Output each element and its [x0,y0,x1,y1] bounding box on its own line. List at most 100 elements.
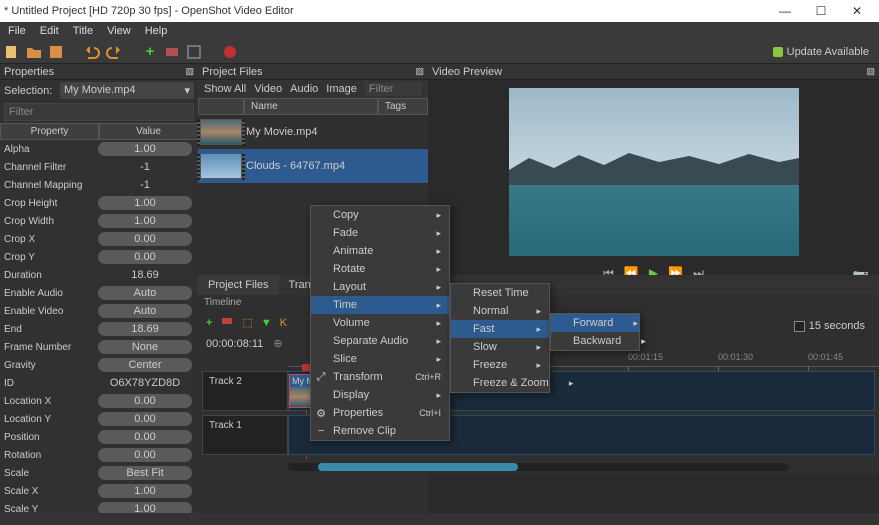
property-row[interactable]: Channel Mapping-1 [0,176,198,194]
property-row[interactable]: Duration18.69 [0,266,198,284]
fullscreen-icon[interactable] [186,44,202,60]
property-value[interactable]: 1.00 [98,142,192,156]
import-icon[interactable]: + [142,44,158,60]
undo-icon[interactable] [84,44,100,60]
properties-filter-input[interactable]: Filter [4,103,194,121]
property-value[interactable]: 1.00 [98,484,192,498]
update-available[interactable]: Update Available [773,46,875,58]
property-value[interactable]: 0.00 [98,448,192,462]
menu-title[interactable]: Title [67,23,99,39]
property-row[interactable]: Location Y0.00 [0,410,198,428]
track-label[interactable]: Track 2 [202,371,288,411]
timeline-scrollbar[interactable] [288,463,789,471]
menu-item[interactable]: ⚙PropertiesCtrl+I [311,404,449,422]
col-tags[interactable]: Tags [378,98,428,115]
property-value[interactable]: 18.69 [92,269,198,281]
property-value[interactable]: 0.00 [98,430,192,444]
menu-item[interactable]: Layout▸ [311,278,449,296]
menu-item[interactable]: Reset Time [451,284,549,302]
file-row[interactable]: My Movie.mp4 [198,115,428,149]
property-row[interactable]: Enable AudioAuto [0,284,198,302]
menu-item[interactable]: ⤢TransformCtrl+R [311,368,449,386]
maximize-button[interactable]: ☐ [803,4,839,18]
panel-close-icon[interactable]: ▧ [185,66,194,77]
menu-item[interactable]: Slice▸ [311,350,449,368]
property-value[interactable]: 0.00 [98,412,192,426]
property-value[interactable]: 1.00 [98,214,192,228]
menu-item[interactable]: Animate▸ [311,242,449,260]
property-value[interactable]: -1 [92,179,198,191]
property-row[interactable]: Crop X0.00 [0,230,198,248]
property-row[interactable]: Location X0.00 [0,392,198,410]
property-row[interactable]: Alpha1.00 [0,140,198,158]
property-row[interactable]: Rotation0.00 [0,446,198,464]
property-row[interactable]: Enable VideoAuto [0,302,198,320]
property-row[interactable]: Position0.00 [0,428,198,446]
col-value[interactable]: Value [99,123,198,140]
property-row[interactable]: IDO6X78YZD8D [0,374,198,392]
video-preview[interactable] [509,88,799,256]
property-row[interactable]: Crop Height1.00 [0,194,198,212]
close-button[interactable]: ✕ [839,4,875,18]
snap-icon[interactable]: ⬚ [242,316,252,329]
property-value[interactable]: 1.00 [98,196,192,210]
property-value[interactable]: Best Fit [98,466,192,480]
menu-item[interactable]: Freeze▸ [451,356,549,374]
menu-item[interactable]: Copy▸ [311,206,449,224]
timeline-track[interactable]: Track 1 [198,415,879,455]
col-property[interactable]: Property [0,123,99,140]
seconds-checkbox[interactable] [794,321,805,332]
pf-tab-image[interactable]: Image [326,83,357,95]
menu-item[interactable]: Rotate▸ [311,260,449,278]
prev-marker-icon[interactable]: K [280,317,287,329]
zoom-in-icon[interactable]: ⊕ [273,337,282,350]
menu-item[interactable]: Normal▸ [451,302,549,320]
minimize-button[interactable]: — [767,4,803,18]
property-value[interactable]: 0.00 [98,394,192,408]
menu-view[interactable]: View [101,23,137,39]
new-project-icon[interactable] [4,44,20,60]
panel-close-icon[interactable]: ▧ [415,66,424,77]
razor-icon[interactable] [220,314,234,331]
col-name[interactable]: Name [244,98,378,115]
menu-help[interactable]: Help [139,23,174,39]
property-row[interactable]: Crop Y0.00 [0,248,198,266]
property-row[interactable]: Scale Y1.00 [0,500,198,513]
menu-item[interactable]: Fast▸ [451,320,549,338]
property-value[interactable]: 0.00 [98,250,192,264]
panel-close-icon[interactable]: ▧ [866,66,875,77]
menu-edit[interactable]: Edit [34,23,65,39]
menu-item[interactable]: Fade▸ [311,224,449,242]
pf-tab-audio[interactable]: Audio [290,83,318,95]
pf-tab-video[interactable]: Video [254,83,282,95]
add-track-icon[interactable]: + [206,317,212,329]
property-value[interactable]: 18.69 [98,322,192,336]
property-value[interactable]: Auto [98,286,192,300]
property-value[interactable]: 0.00 [98,232,192,246]
menu-item[interactable]: Separate Audio▸ [311,332,449,350]
property-value[interactable]: Center [98,358,192,372]
menu-item[interactable]: −Remove Clip [311,422,449,440]
menu-item[interactable]: Volume▸ [311,314,449,332]
menu-item[interactable]: Backward▸ [551,332,639,350]
menu-file[interactable]: File [2,23,32,39]
track-label[interactable]: Track 1 [202,415,288,455]
property-value[interactable]: None [98,340,192,354]
property-value[interactable]: 1.00 [98,502,192,513]
menu-item[interactable]: Time▸ [311,296,449,314]
menu-item[interactable]: Forward▸ [551,314,639,332]
property-row[interactable]: End18.69 [0,320,198,338]
file-row[interactable]: Clouds - 64767.mp4 [198,149,428,183]
menu-item[interactable]: Freeze & Zoom▸ [451,374,549,392]
redo-icon[interactable] [106,44,122,60]
property-value[interactable]: Auto [98,304,192,318]
save-project-icon[interactable] [48,44,64,60]
profile-icon[interactable] [164,44,180,60]
property-row[interactable]: Channel Filter-1 [0,158,198,176]
menu-item[interactable]: Display▸ [311,386,449,404]
pf-tab-all[interactable]: Show All [204,83,246,95]
property-row[interactable]: GravityCenter [0,356,198,374]
open-project-icon[interactable] [26,44,42,60]
tab-project-files[interactable]: Project Files [198,275,279,295]
menu-item[interactable]: Slow▸ [451,338,549,356]
